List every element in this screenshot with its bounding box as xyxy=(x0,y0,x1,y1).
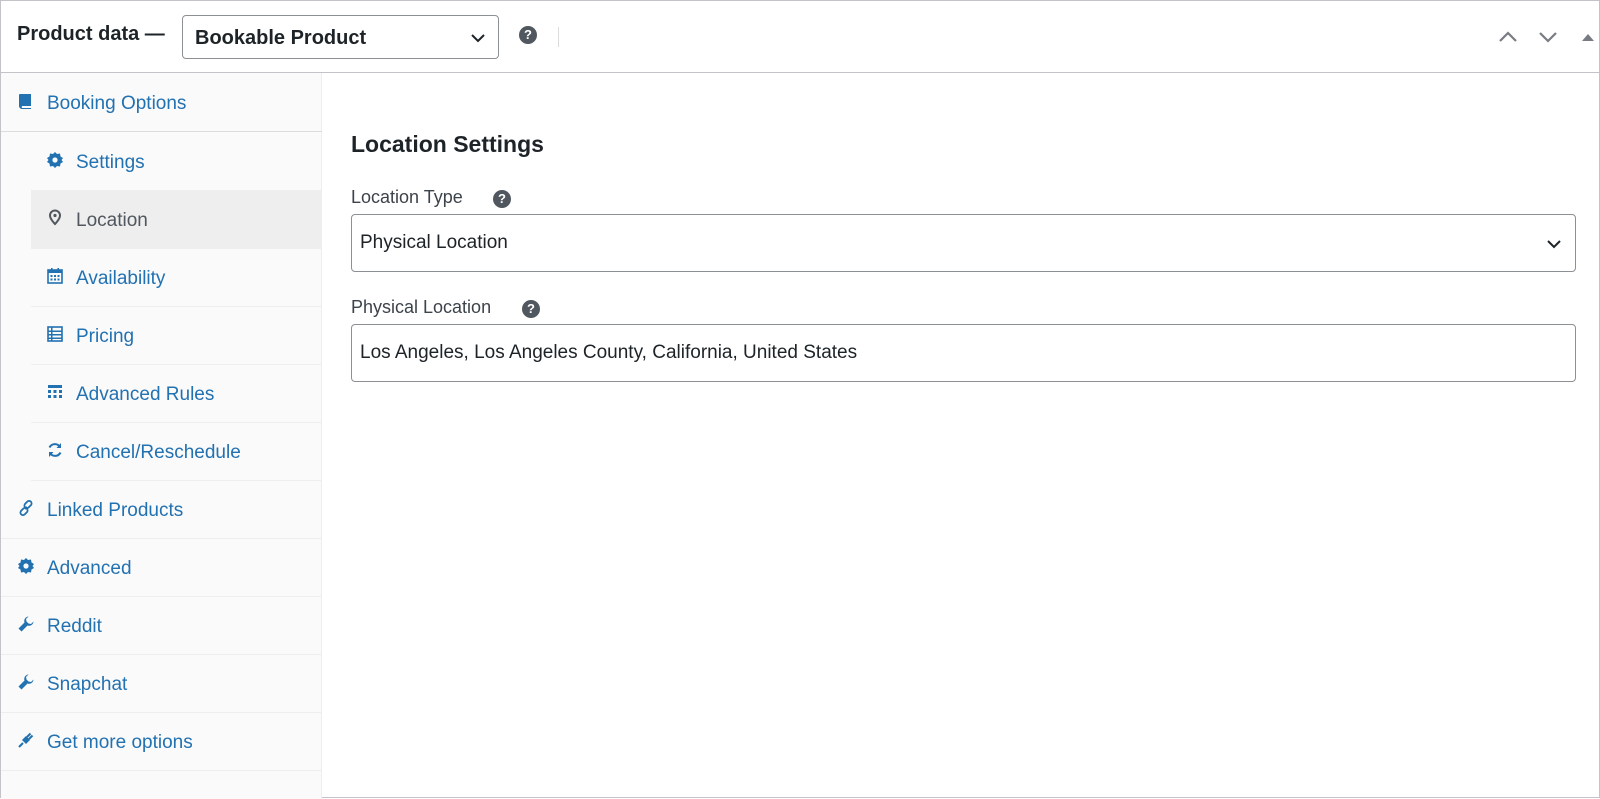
toggle-panel-icon[interactable] xyxy=(1577,27,1599,47)
tab-label: Reddit xyxy=(47,616,102,637)
tab-booking-options[interactable]: Booking Options xyxy=(1,73,322,132)
tab-get-more-options[interactable]: Get more options xyxy=(1,712,322,771)
tab-label: Cancel/Reschedule xyxy=(76,442,241,463)
book-icon xyxy=(19,94,31,109)
move-up-icon[interactable] xyxy=(1497,27,1519,47)
refresh-icon xyxy=(48,443,62,457)
location-type-label: Location Type xyxy=(351,187,463,207)
move-down-icon[interactable] xyxy=(1537,27,1559,47)
help-icon[interactable]: ? xyxy=(522,300,540,318)
product-data-panel: Product data — Bookable Product ? Bookin… xyxy=(0,0,1600,799)
wrench-icon xyxy=(18,674,34,690)
tab-cancel-reschedule[interactable]: Cancel/Reschedule xyxy=(31,422,322,481)
tab-availability[interactable]: Availability xyxy=(31,248,322,307)
chevron-down-icon xyxy=(1547,240,1561,249)
tab-label: Location xyxy=(76,210,148,231)
gear-icon xyxy=(18,558,34,574)
tab-label: Pricing xyxy=(76,326,135,347)
product-type-select[interactable]: Bookable Product xyxy=(182,15,499,59)
tab-reddit[interactable]: Reddit xyxy=(1,596,322,655)
location-settings-panel: Location Settings Location Type ? Physic… xyxy=(323,73,1600,799)
tab-label: Booking Options xyxy=(47,93,187,114)
physical-location-value: Los Angeles, Los Angeles County, Califor… xyxy=(360,342,858,363)
tab-linked-products[interactable]: Linked Products xyxy=(1,480,322,539)
help-icon[interactable]: ? xyxy=(519,26,537,44)
table-icon xyxy=(48,385,62,398)
tab-snapchat[interactable]: Snapchat xyxy=(1,654,322,713)
tab-label: Advanced Rules xyxy=(76,384,215,405)
panel-header: Product data — Bookable Product ? xyxy=(1,1,1599,73)
tab-label: Linked Products xyxy=(47,500,184,521)
section-title: Location Settings xyxy=(351,131,544,157)
tab-pricing[interactable]: Pricing xyxy=(31,306,322,365)
tab-settings[interactable]: Settings xyxy=(31,132,322,191)
help-icon[interactable]: ? xyxy=(493,190,511,208)
product-data-tabs: Booking Options Settings Location Availa… xyxy=(1,73,322,799)
link-icon xyxy=(19,500,33,516)
location-pin-icon xyxy=(48,209,62,226)
location-type-select[interactable]: Physical Location xyxy=(351,214,1576,272)
tab-label: Availability xyxy=(76,268,166,289)
panel-title: Product data — xyxy=(17,23,165,45)
plug-icon xyxy=(18,732,34,748)
physical-location-label: Physical Location xyxy=(351,297,492,317)
physical-location-input[interactable]: Los Angeles, Los Angeles County, Califor… xyxy=(351,324,1576,382)
calendar-icon xyxy=(47,268,63,284)
tab-location[interactable]: Location xyxy=(31,190,322,249)
tab-label: Snapchat xyxy=(47,674,128,695)
product-type-value: Bookable Product xyxy=(195,27,367,49)
list-icon xyxy=(47,326,63,342)
tab-advanced[interactable]: Advanced xyxy=(1,538,322,597)
tab-label: Advanced xyxy=(47,558,132,579)
header-divider xyxy=(558,27,559,47)
tab-label: Settings xyxy=(76,152,145,173)
location-type-value: Physical Location xyxy=(360,232,508,253)
chevron-down-icon xyxy=(471,34,485,43)
gear-icon xyxy=(47,152,63,168)
tab-label: Get more options xyxy=(47,732,193,753)
wrench-icon xyxy=(18,616,34,632)
tab-advanced-rules[interactable]: Advanced Rules xyxy=(31,364,322,423)
